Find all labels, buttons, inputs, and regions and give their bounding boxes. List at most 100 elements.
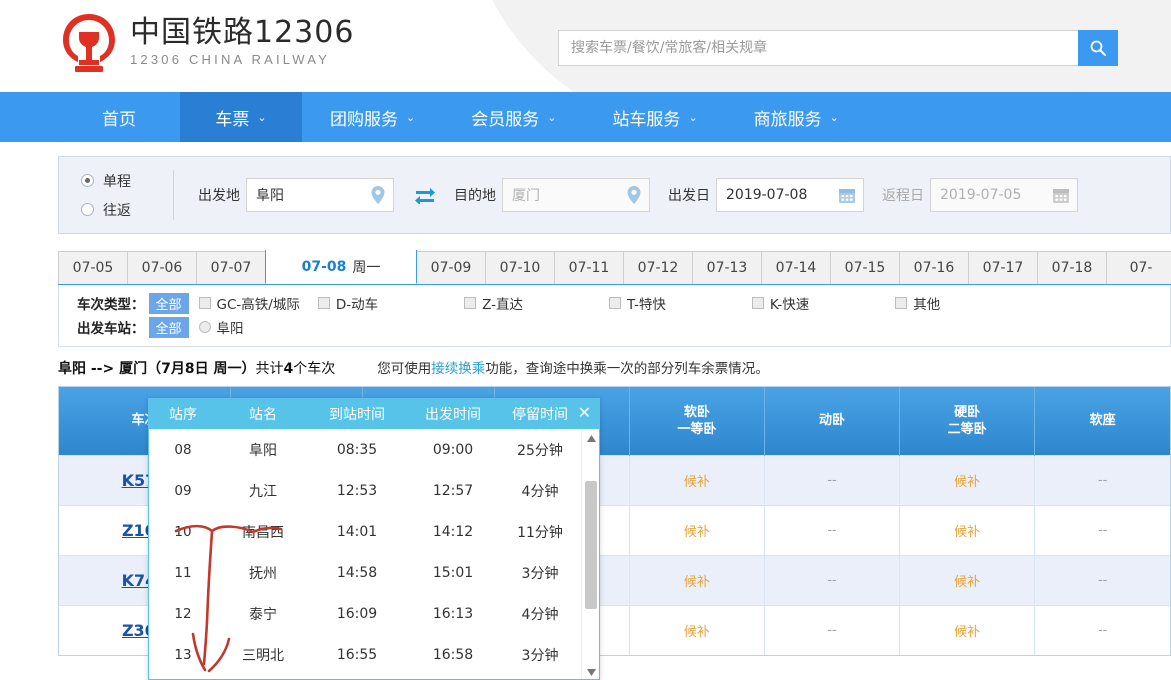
seat-availability-cell[interactable]: -- xyxy=(764,554,901,605)
depart-station-checkbox-1[interactable]: 阜阳 xyxy=(198,317,244,337)
date-tab-07-11[interactable]: 07-11 xyxy=(554,251,624,284)
from-field: 出发地 xyxy=(180,178,394,212)
transfer-tip-post: 功能，查询途中换乘一次的部分列车余票情况。 xyxy=(485,361,769,377)
return-date-field: 返程日 xyxy=(864,178,1078,212)
station-depart-time: 14:12 xyxy=(432,523,474,540)
nav-item-3[interactable]: 团购服务 ⌄ xyxy=(302,92,443,142)
station-depart-time: 15:01 xyxy=(432,564,474,581)
train-type-checkbox-1[interactable]: GC-高铁/城际 xyxy=(198,293,300,313)
seat-availability-cell[interactable]: 候补 xyxy=(629,454,765,505)
date-tab-07-12[interactable]: 07-12 xyxy=(623,251,693,284)
column-header-line: 软卧 xyxy=(683,404,710,420)
date-tab-date: 07-07 xyxy=(210,260,252,276)
date-tab-07-07[interactable]: 07-07 xyxy=(196,251,266,284)
transfer-link[interactable]: 接续换乘 xyxy=(431,361,485,377)
nav-item-1[interactable]: 首页 xyxy=(58,92,180,142)
station-name: 南昌西 xyxy=(242,524,284,541)
station-seq: 12 xyxy=(174,605,192,622)
radio-round-trip[interactable]: 往返 xyxy=(81,200,169,220)
nav-item-label: 会员服务 xyxy=(471,109,540,130)
scroll-down-icon[interactable] xyxy=(582,663,599,679)
date-tab-07-16[interactable]: 07-16 xyxy=(899,251,969,284)
station-name: 泰宁 xyxy=(249,606,277,623)
seat-availability-cell[interactable]: 候补 xyxy=(899,504,1036,555)
seat-availability-cell[interactable]: 候补 xyxy=(899,454,1036,505)
depart-date-label: 出发日 xyxy=(668,188,710,204)
return-date-label: 返程日 xyxy=(882,188,924,204)
date-tab-date: 07-18 xyxy=(1051,260,1093,276)
train-type-checkbox-2[interactable]: D-动车 xyxy=(317,293,378,313)
depart-station-all-chip[interactable]: 全部 xyxy=(148,316,189,338)
date-tab-07-18[interactable]: 07-18 xyxy=(1037,251,1107,284)
train-type-checkbox-6[interactable]: 其他 xyxy=(895,293,940,313)
station-depart-time: 09:00 xyxy=(432,441,474,458)
seat-availability-cell[interactable]: 候补 xyxy=(899,604,1036,655)
site-logo[interactable]: 中国铁路12306 12306 CHINA RAILWAY xyxy=(60,12,354,74)
site-search xyxy=(558,30,1118,66)
to-input[interactable] xyxy=(502,178,650,212)
train-type-checkbox-5[interactable]: K-快速 xyxy=(751,293,810,313)
swap-stations-button[interactable] xyxy=(414,186,436,204)
date-tab-07-17[interactable]: 07-17 xyxy=(968,251,1038,284)
seat-availability-cell[interactable]: 候补 xyxy=(629,604,765,655)
close-icon[interactable]: ✕ xyxy=(578,404,591,422)
checkbox-box xyxy=(317,297,330,309)
chevron-down-icon: ⌄ xyxy=(688,110,698,124)
station-row: 08 阜阳 08:35 09:00 25分钟 xyxy=(149,429,599,470)
date-tab-07-13[interactable]: 07-13 xyxy=(692,251,762,284)
date-tab-07-10[interactable]: 07-10 xyxy=(485,251,555,284)
scrollbar-thumb[interactable] xyxy=(585,481,597,609)
train-type-checkbox-3[interactable]: Z-直达 xyxy=(464,293,523,313)
date-tab-07-14[interactable]: 07-14 xyxy=(761,251,831,284)
search-input[interactable] xyxy=(558,30,1078,66)
train-type-filter-row: 车次类型： 全部 GC-高铁/城际 D-动车 Z-直达 T-特快 K-快速 其他 xyxy=(77,291,1170,315)
nav-item-2[interactable]: 车票 ⌄ xyxy=(180,92,302,142)
logo-title-en: 12306 CHINA RAILWAY xyxy=(130,52,331,67)
date-tab-07-05[interactable]: 07-05 xyxy=(58,251,128,284)
date-tab-07-15[interactable]: 07-15 xyxy=(830,251,900,284)
from-input[interactable] xyxy=(246,178,394,212)
nav-item-5[interactable]: 站车服务 ⌄ xyxy=(584,92,725,142)
checkbox-label: T-特快 xyxy=(627,297,666,313)
station-arrive-time: 12:53 xyxy=(336,482,378,499)
train-type-all-chip[interactable]: 全部 xyxy=(148,292,189,314)
depart-station-filter-row: 出发车站： 全部 阜阳 xyxy=(77,315,1170,339)
radio-one-way[interactable]: 单程 xyxy=(81,171,169,191)
nav-item-6[interactable]: 商旅服务 ⌄ xyxy=(726,92,867,142)
date-tab-07-08[interactable]: 07-08 周一 xyxy=(265,250,417,284)
date-tab-07-06[interactable]: 07-06 xyxy=(127,251,197,284)
checkbox-label: 阜阳 xyxy=(216,321,244,337)
seat-availability-cell[interactable]: -- xyxy=(764,604,901,655)
date-tab-07-[interactable]: 07- xyxy=(1106,251,1171,284)
popup-scrollbar[interactable] xyxy=(581,429,599,679)
depart-date-input[interactable] xyxy=(716,178,864,212)
train-type-checkbox-4[interactable]: T-特快 xyxy=(609,293,666,313)
china-railway-logo-icon xyxy=(63,14,115,72)
seat-availability-cell[interactable]: 候补 xyxy=(899,554,1036,605)
seat-availability-cell[interactable]: -- xyxy=(1034,604,1170,655)
checkbox-label: K-快速 xyxy=(769,297,810,313)
seat-availability-cell[interactable]: -- xyxy=(764,504,901,555)
seat-availability-cell[interactable]: 候补 xyxy=(629,504,765,555)
date-tab-07-09[interactable]: 07-09 xyxy=(416,251,486,284)
popup-header-stay: 停留时间 xyxy=(512,407,568,423)
seat-availability-cell[interactable]: -- xyxy=(1034,454,1170,505)
seat-availability-cell[interactable]: -- xyxy=(1034,554,1170,605)
nav-item-4[interactable]: 会员服务 ⌄ xyxy=(443,92,584,142)
seat-availability-cell[interactable]: -- xyxy=(764,454,901,505)
station-row: 13 三明北 16:55 16:58 3分钟 xyxy=(149,634,599,675)
seat-availability-value: -- xyxy=(1097,572,1108,588)
panel-divider xyxy=(173,170,174,220)
nav-item-label: 团购服务 xyxy=(330,109,398,130)
checkbox-box xyxy=(198,321,211,333)
return-date-input[interactable] xyxy=(930,178,1078,212)
main-navigation: 首页 车票 ⌄ 团购服务 ⌄ 会员服务 ⌄ 站车服务 ⌄ 商旅服务 ⌄ xyxy=(0,92,1171,142)
search-button[interactable] xyxy=(1078,30,1118,66)
seat-availability-cell[interactable]: -- xyxy=(1034,504,1170,555)
date-tab-date: 07-09 xyxy=(430,260,472,276)
depart-station-label: 出发车站： xyxy=(77,321,145,337)
column-header-7: 硬卧 二等卧 xyxy=(899,387,1036,455)
filter-panel: 车次类型： 全部 GC-高铁/城际 D-动车 Z-直达 T-特快 K-快速 其他 出发车站… xyxy=(58,285,1171,347)
seat-availability-cell[interactable]: 候补 xyxy=(629,554,765,605)
scroll-up-icon[interactable] xyxy=(582,429,599,447)
